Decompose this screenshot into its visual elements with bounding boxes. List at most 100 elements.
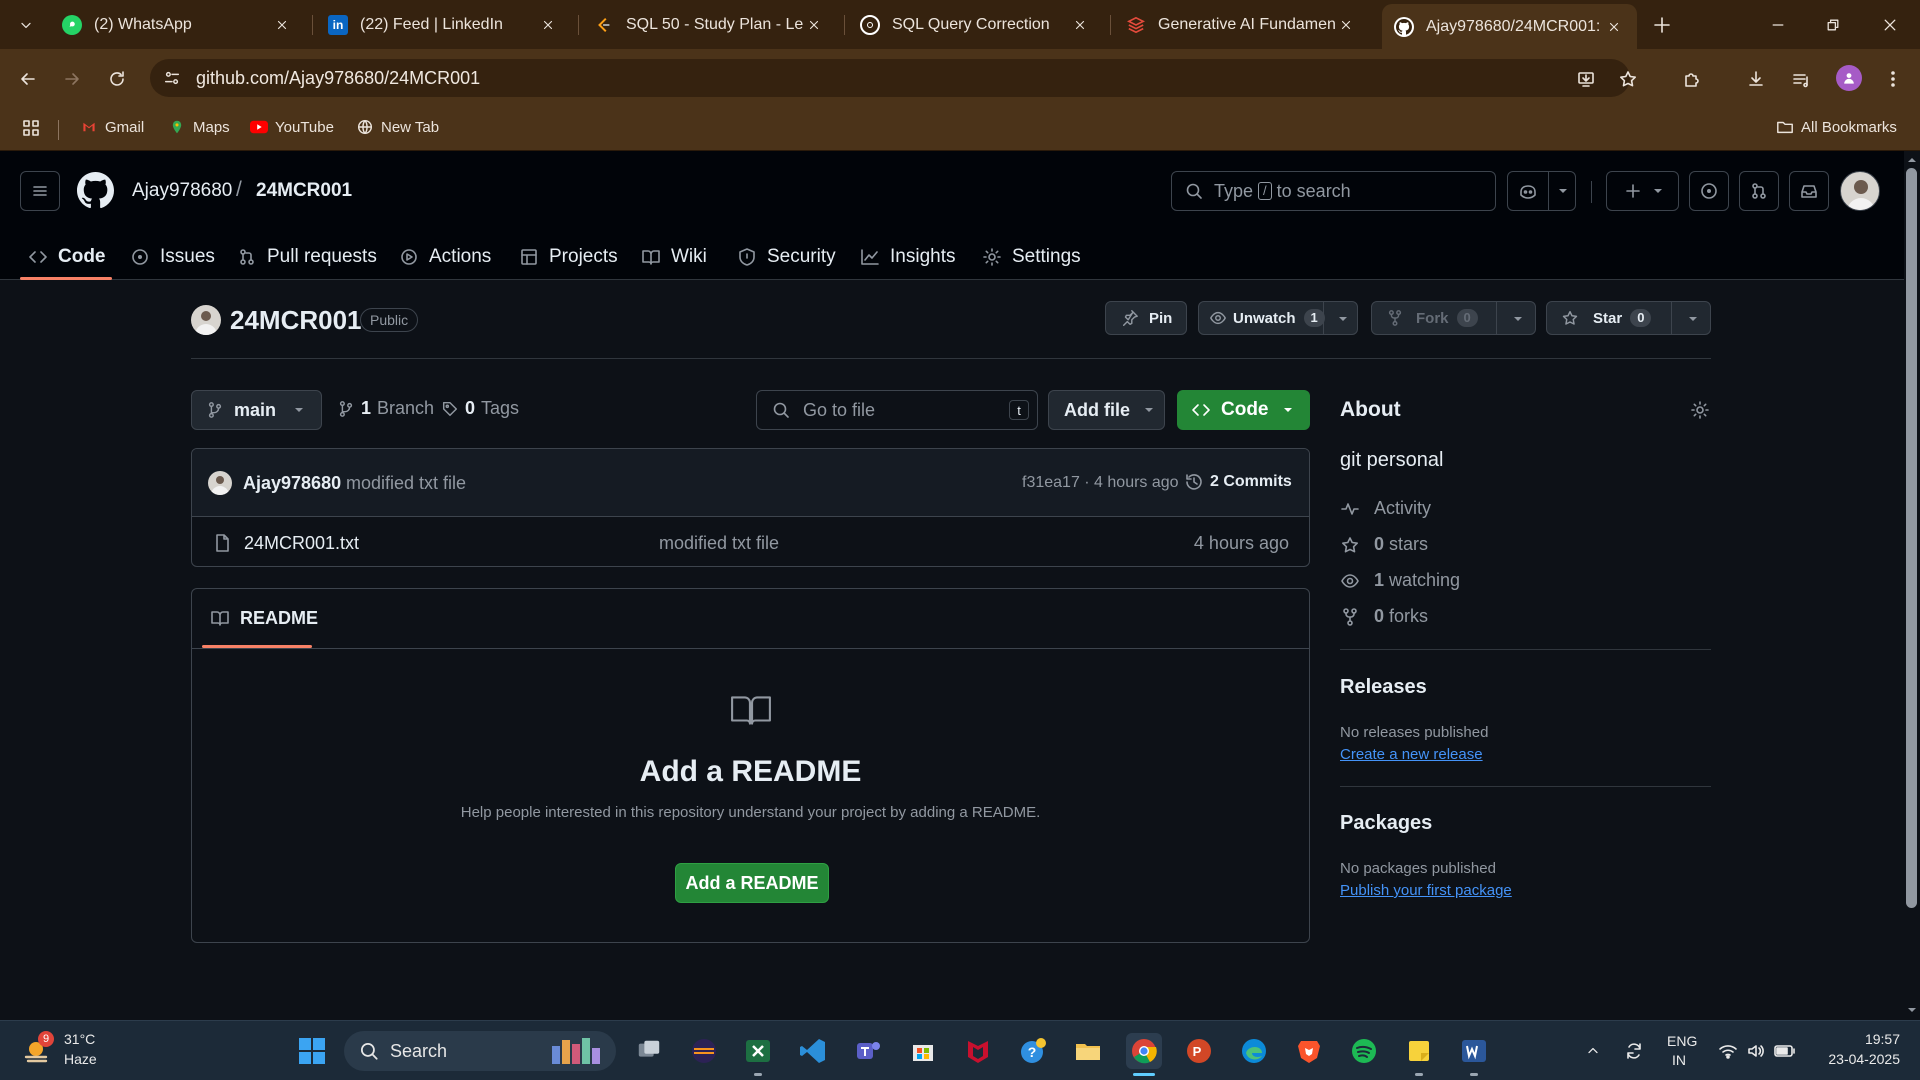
breadcrumb-owner[interactable]: Ajay978680	[132, 180, 232, 202]
file-commit-message[interactable]: modified txt file	[659, 533, 779, 554]
downloads-button[interactable]	[1740, 63, 1772, 95]
activity-link[interactable]: Activity	[1340, 498, 1431, 519]
create-release-link[interactable]: Create a new release	[1340, 746, 1483, 763]
taskbar-app-sticky-notes[interactable]	[1401, 1033, 1437, 1069]
taskbar-app-edge[interactable]	[1236, 1033, 1272, 1069]
browser-tab-github[interactable]: Ajay978680/24MCR001: git personal	[1382, 4, 1637, 49]
scroll-down-arrow-icon[interactable]	[1907, 1005, 1917, 1015]
tab-insights[interactable]: Insights	[860, 235, 955, 279]
fork-button[interactable]: Fork 0	[1371, 301, 1536, 335]
create-new-button[interactable]	[1606, 171, 1679, 211]
pin-button[interactable]: Pin	[1105, 301, 1187, 335]
taskbar-app-chrome[interactable]	[1126, 1033, 1162, 1069]
commit-sha-time[interactable]: f31ea17 · 4 hours ago	[1022, 474, 1179, 492]
taskbar-app-file-explorer[interactable]	[1070, 1033, 1106, 1069]
taskbar-app-help[interactable]: ?	[1015, 1033, 1051, 1069]
branch-selector[interactable]: main	[191, 390, 322, 430]
code-dropdown-button[interactable]: Code	[1177, 390, 1310, 430]
browser-tab-course[interactable]: Generative AI Fundamentals	[1114, 7, 1369, 43]
tags-link[interactable]: 0 Tags	[441, 398, 519, 419]
bookmark-gmail[interactable]: Gmail	[80, 118, 144, 136]
taskbar-search[interactable]: Search	[344, 1031, 616, 1071]
taskbar-app-eclipse[interactable]	[686, 1033, 722, 1069]
minimize-button[interactable]	[1758, 10, 1798, 40]
taskbar-task-view[interactable]	[631, 1033, 667, 1069]
file-name[interactable]: 24MCR001.txt	[244, 533, 359, 554]
close-tab-icon[interactable]	[803, 14, 825, 36]
close-tab-icon[interactable]	[1603, 16, 1625, 38]
pull-requests-shortcut-button[interactable]	[1739, 171, 1779, 211]
tab-issues[interactable]: Issues	[130, 235, 215, 279]
tab-security[interactable]: Security	[737, 235, 836, 279]
all-bookmarks[interactable]: All Bookmarks	[1776, 118, 1897, 136]
extensions-button[interactable]	[1676, 63, 1708, 95]
taskbar-app-spotify[interactable]	[1346, 1033, 1382, 1069]
browser-tab-whatsapp[interactable]: (2) WhatsApp	[50, 7, 305, 43]
gear-icon[interactable]	[1690, 400, 1710, 420]
forward-button[interactable]	[56, 63, 88, 95]
readme-tab[interactable]: README	[210, 589, 318, 647]
star-button[interactable]: Star 0	[1546, 301, 1711, 335]
unwatch-button[interactable]: Unwatch 1	[1198, 301, 1358, 335]
bookmark-star-icon[interactable]	[1616, 67, 1640, 91]
profile-avatar[interactable]	[1836, 65, 1862, 91]
watchers-link[interactable]: 1 watching	[1340, 570, 1460, 591]
tab-projects[interactable]: Projects	[519, 235, 618, 279]
inbox-button[interactable]	[1789, 171, 1829, 211]
commit-message[interactable]: modified txt file	[346, 473, 466, 494]
stars-link[interactable]: 0 stars	[1340, 534, 1428, 555]
add-readme-button[interactable]: Add a README	[675, 863, 829, 903]
tab-settings[interactable]: Settings	[982, 235, 1081, 279]
commits-link[interactable]: 2 Commits	[1184, 472, 1292, 492]
clock-time[interactable]: 19:57	[1842, 1031, 1900, 1047]
back-button[interactable]	[12, 63, 44, 95]
browser-tab-linkedin[interactable]: in (22) Feed | LinkedIn	[316, 7, 571, 43]
close-window-button[interactable]	[1870, 10, 1910, 40]
scrollbar-thumb[interactable]	[1906, 168, 1917, 908]
language-indicator[interactable]: ENG	[1667, 1033, 1697, 1049]
hamburger-menu-button[interactable]	[20, 171, 60, 211]
tab-search-button[interactable]	[10, 9, 41, 40]
site-info-icon[interactable]	[160, 66, 184, 90]
commit-author-avatar[interactable]	[208, 471, 232, 495]
apps-button[interactable]	[21, 118, 41, 138]
bookmark-maps[interactable]: Maps	[168, 118, 230, 136]
url-text[interactable]: github.com/Ajay978680/24MCR001	[196, 68, 480, 89]
commit-author[interactable]: Ajay978680	[243, 473, 341, 494]
tab-actions[interactable]: Actions	[399, 235, 491, 279]
releases-heading[interactable]: Releases	[1340, 676, 1427, 699]
close-tab-icon[interactable]	[537, 14, 559, 36]
clock-date[interactable]: 23-04-2025	[1818, 1051, 1900, 1067]
close-tab-icon[interactable]	[1069, 14, 1091, 36]
volume-icon[interactable]	[1744, 1039, 1768, 1063]
taskbar-app-teams[interactable]	[850, 1033, 886, 1069]
copilot-button[interactable]	[1507, 171, 1576, 211]
forks-link[interactable]: 0 forks	[1340, 606, 1428, 627]
go-to-file-input[interactable]: Go to file t	[756, 390, 1038, 430]
reload-button[interactable]	[101, 63, 133, 95]
bookmark-youtube[interactable]: YouTube	[250, 118, 334, 136]
taskbar-app-store[interactable]	[905, 1033, 941, 1069]
breadcrumb-repo[interactable]: 24MCR001	[256, 180, 352, 202]
bookmark-new-tab[interactable]: New Tab	[356, 118, 439, 136]
scroll-up-arrow-icon[interactable]	[1907, 155, 1917, 165]
github-logo-icon[interactable]	[77, 172, 114, 209]
packages-heading[interactable]: Packages	[1340, 812, 1432, 835]
close-tab-icon[interactable]	[1335, 14, 1357, 36]
sync-status-icon[interactable]	[1621, 1039, 1647, 1063]
taskbar-app-brave[interactable]	[1291, 1033, 1327, 1069]
user-avatar[interactable]	[1840, 171, 1880, 211]
weather-widget[interactable]: 9	[22, 1031, 54, 1067]
issues-shortcut-button[interactable]	[1689, 171, 1729, 211]
add-file-button[interactable]: Add file	[1048, 390, 1165, 430]
wifi-icon[interactable]	[1716, 1039, 1740, 1063]
new-tab-button[interactable]	[1648, 12, 1676, 38]
battery-icon[interactable]	[1772, 1039, 1798, 1063]
taskbar-app-mcafee[interactable]	[960, 1033, 996, 1069]
tab-code[interactable]: Code	[28, 235, 106, 279]
tab-pull-requests[interactable]: Pull requests	[237, 235, 377, 279]
show-hidden-icons-button[interactable]	[1583, 1039, 1603, 1063]
address-bar[interactable]: github.com/Ajay978680/24MCR001	[150, 59, 1636, 97]
global-search-input[interactable]: Type / to search	[1171, 171, 1496, 211]
branches-link[interactable]: 1 Branch	[337, 398, 434, 419]
